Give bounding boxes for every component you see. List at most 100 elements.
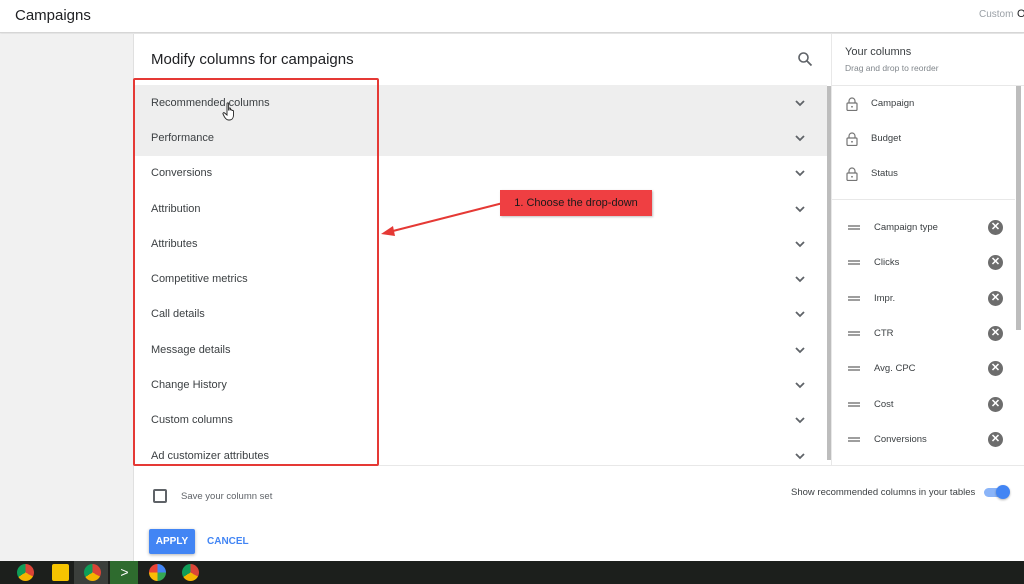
- locked-column-item: Campaign: [832, 86, 1015, 121]
- app-icon[interactable]: >: [116, 564, 133, 581]
- show-recommended-toggle[interactable]: [984, 485, 1010, 499]
- lock-icon: [846, 166, 858, 181]
- locked-column-label: Status: [871, 168, 898, 179]
- selected-column-label: Campaign type: [874, 222, 938, 234]
- drag-handle-icon[interactable]: [848, 331, 860, 337]
- selected-column-item[interactable]: Campaign type ✕: [832, 210, 1015, 245]
- chevron-down-icon[interactable]: [794, 204, 806, 214]
- truncated-label[interactable]: O: [1017, 8, 1024, 20]
- chevron-down-icon[interactable]: [794, 133, 806, 143]
- category-item[interactable]: Ad customizer attributes: [134, 438, 827, 465]
- remove-column-icon[interactable]: ✕: [988, 431, 1003, 447]
- selected-column-item[interactable]: Clicks ✕: [832, 245, 1015, 280]
- drag-handle-icon[interactable]: [848, 436, 860, 442]
- toggle-knob: [996, 485, 1010, 499]
- selected-columns: Campaign type ✕ Clicks ✕ Impr. ✕ CTR ✕ Avg. CPC ✕…: [832, 210, 1015, 457]
- left-pane: [0, 34, 133, 561]
- selected-column-label: Impr.: [874, 292, 896, 304]
- remove-column-icon[interactable]: ✕: [988, 290, 1003, 306]
- selected-column-label: Conversions: [874, 433, 927, 445]
- save-column-set-label: Save your column set: [181, 490, 273, 502]
- category-item[interactable]: Call details: [134, 297, 827, 332]
- chevron-down-icon[interactable]: [794, 380, 806, 390]
- category-item[interactable]: Message details: [134, 332, 827, 367]
- chevron-down-icon[interactable]: [794, 415, 806, 425]
- selected-column-item[interactable]: Cost ✕: [832, 386, 1015, 421]
- lock-icon: [846, 96, 858, 111]
- drag-handle-icon[interactable]: [848, 295, 860, 301]
- chevron-down-icon[interactable]: [794, 345, 806, 355]
- category-item[interactable]: Custom columns: [134, 403, 827, 438]
- search-icon[interactable]: [797, 51, 813, 67]
- locked-column-item: Status: [832, 156, 1015, 191]
- category-list: Recommended columns Performance Conversion…: [134, 85, 827, 465]
- category-label: Recommended columns: [151, 96, 270, 109]
- selected-column-item[interactable]: Avg. CPC ✕: [832, 351, 1015, 386]
- cancel-button[interactable]: CANCEL: [201, 529, 255, 554]
- remove-column-icon[interactable]: ✕: [988, 396, 1003, 412]
- selected-column-item[interactable]: CTR ✕: [832, 316, 1015, 351]
- chrome-profile-icon[interactable]: [84, 564, 101, 581]
- chevron-down-icon[interactable]: [794, 98, 806, 108]
- sticky-notes-icon[interactable]: [52, 564, 69, 581]
- top-bar: Campaigns Custom O: [0, 0, 1024, 33]
- chevron-down-icon[interactable]: [794, 168, 806, 178]
- your-columns-subtitle: Drag and drop to reorder: [845, 63, 939, 73]
- chrome-icon[interactable]: [17, 564, 34, 581]
- category-item[interactable]: Attribution: [134, 191, 827, 226]
- selected-column-item[interactable]: Impr. ✕: [832, 281, 1015, 316]
- save-column-set-row: Save your column set: [153, 489, 272, 503]
- chevron-down-icon[interactable]: [794, 309, 806, 319]
- locked-column-label: Budget: [871, 133, 902, 144]
- category-item[interactable]: Performance: [134, 120, 827, 156]
- apply-button[interactable]: APPLY: [149, 529, 195, 554]
- show-recommended-label: Show recommended columns in your tables: [791, 487, 976, 498]
- category-item[interactable]: Conversions: [134, 156, 827, 191]
- remove-column-icon[interactable]: ✕: [988, 361, 1003, 377]
- custom-label[interactable]: Custom: [979, 9, 1013, 20]
- chevron-down-icon[interactable]: [794, 274, 806, 284]
- category-label: Attribution: [151, 202, 201, 215]
- remove-column-icon[interactable]: ✕: [988, 255, 1003, 271]
- page-title: Campaigns: [15, 7, 91, 24]
- lock-icon: [846, 131, 858, 146]
- category-item[interactable]: Competitive metrics: [134, 261, 827, 296]
- chevron-down-icon[interactable]: [794, 239, 806, 249]
- category-item[interactable]: Attributes: [134, 226, 827, 261]
- category-label: Attributes: [151, 237, 198, 250]
- columns-scrollbar[interactable]: [1016, 86, 1021, 330]
- category-item[interactable]: Recommended columns: [134, 85, 827, 121]
- save-column-set-checkbox[interactable]: [153, 489, 167, 503]
- category-label: Call details: [151, 308, 205, 321]
- locked-column-label: Campaign: [871, 98, 915, 109]
- category-item[interactable]: Change History: [134, 367, 827, 402]
- dialog-title: Modify columns for campaigns: [151, 51, 354, 68]
- chrome-user-icon[interactable]: [182, 564, 199, 581]
- annotation-label: 1. Choose the drop-down: [500, 190, 652, 216]
- locked-column-item: Budget: [832, 121, 1015, 156]
- selected-column-item[interactable]: Conversions ✕: [832, 422, 1015, 457]
- drag-handle-icon[interactable]: [848, 225, 860, 231]
- remove-column-icon[interactable]: ✕: [988, 220, 1003, 236]
- drag-handle-icon[interactable]: [848, 401, 860, 407]
- category-label: Ad customizer attributes: [151, 449, 269, 462]
- modify-columns-dialog: Modify columns for campaigns Recommended…: [133, 34, 1024, 561]
- your-columns-header: Your columns Drag and drop to reorder: [832, 34, 1024, 86]
- drag-handle-icon[interactable]: [848, 260, 860, 266]
- selected-column-label: CTR: [874, 328, 894, 340]
- selected-column-label: Avg. CPC: [874, 363, 916, 375]
- drag-handle-icon[interactable]: [848, 366, 860, 372]
- category-label: Change History: [151, 379, 227, 392]
- firefox-icon[interactable]: [149, 564, 166, 581]
- category-label: Competitive metrics: [151, 273, 248, 286]
- chevron-down-icon[interactable]: [794, 451, 806, 461]
- remove-column-icon[interactable]: ✕: [988, 326, 1003, 342]
- category-label: Performance: [151, 131, 214, 144]
- taskbar: >: [0, 561, 1024, 584]
- divider: [134, 465, 1024, 466]
- selected-column-label: Cost: [874, 398, 894, 410]
- selected-column-label: Clicks: [874, 257, 900, 269]
- category-label: Conversions: [151, 167, 213, 180]
- your-columns-title: Your columns: [845, 46, 912, 58]
- category-label: Custom columns: [151, 414, 233, 427]
